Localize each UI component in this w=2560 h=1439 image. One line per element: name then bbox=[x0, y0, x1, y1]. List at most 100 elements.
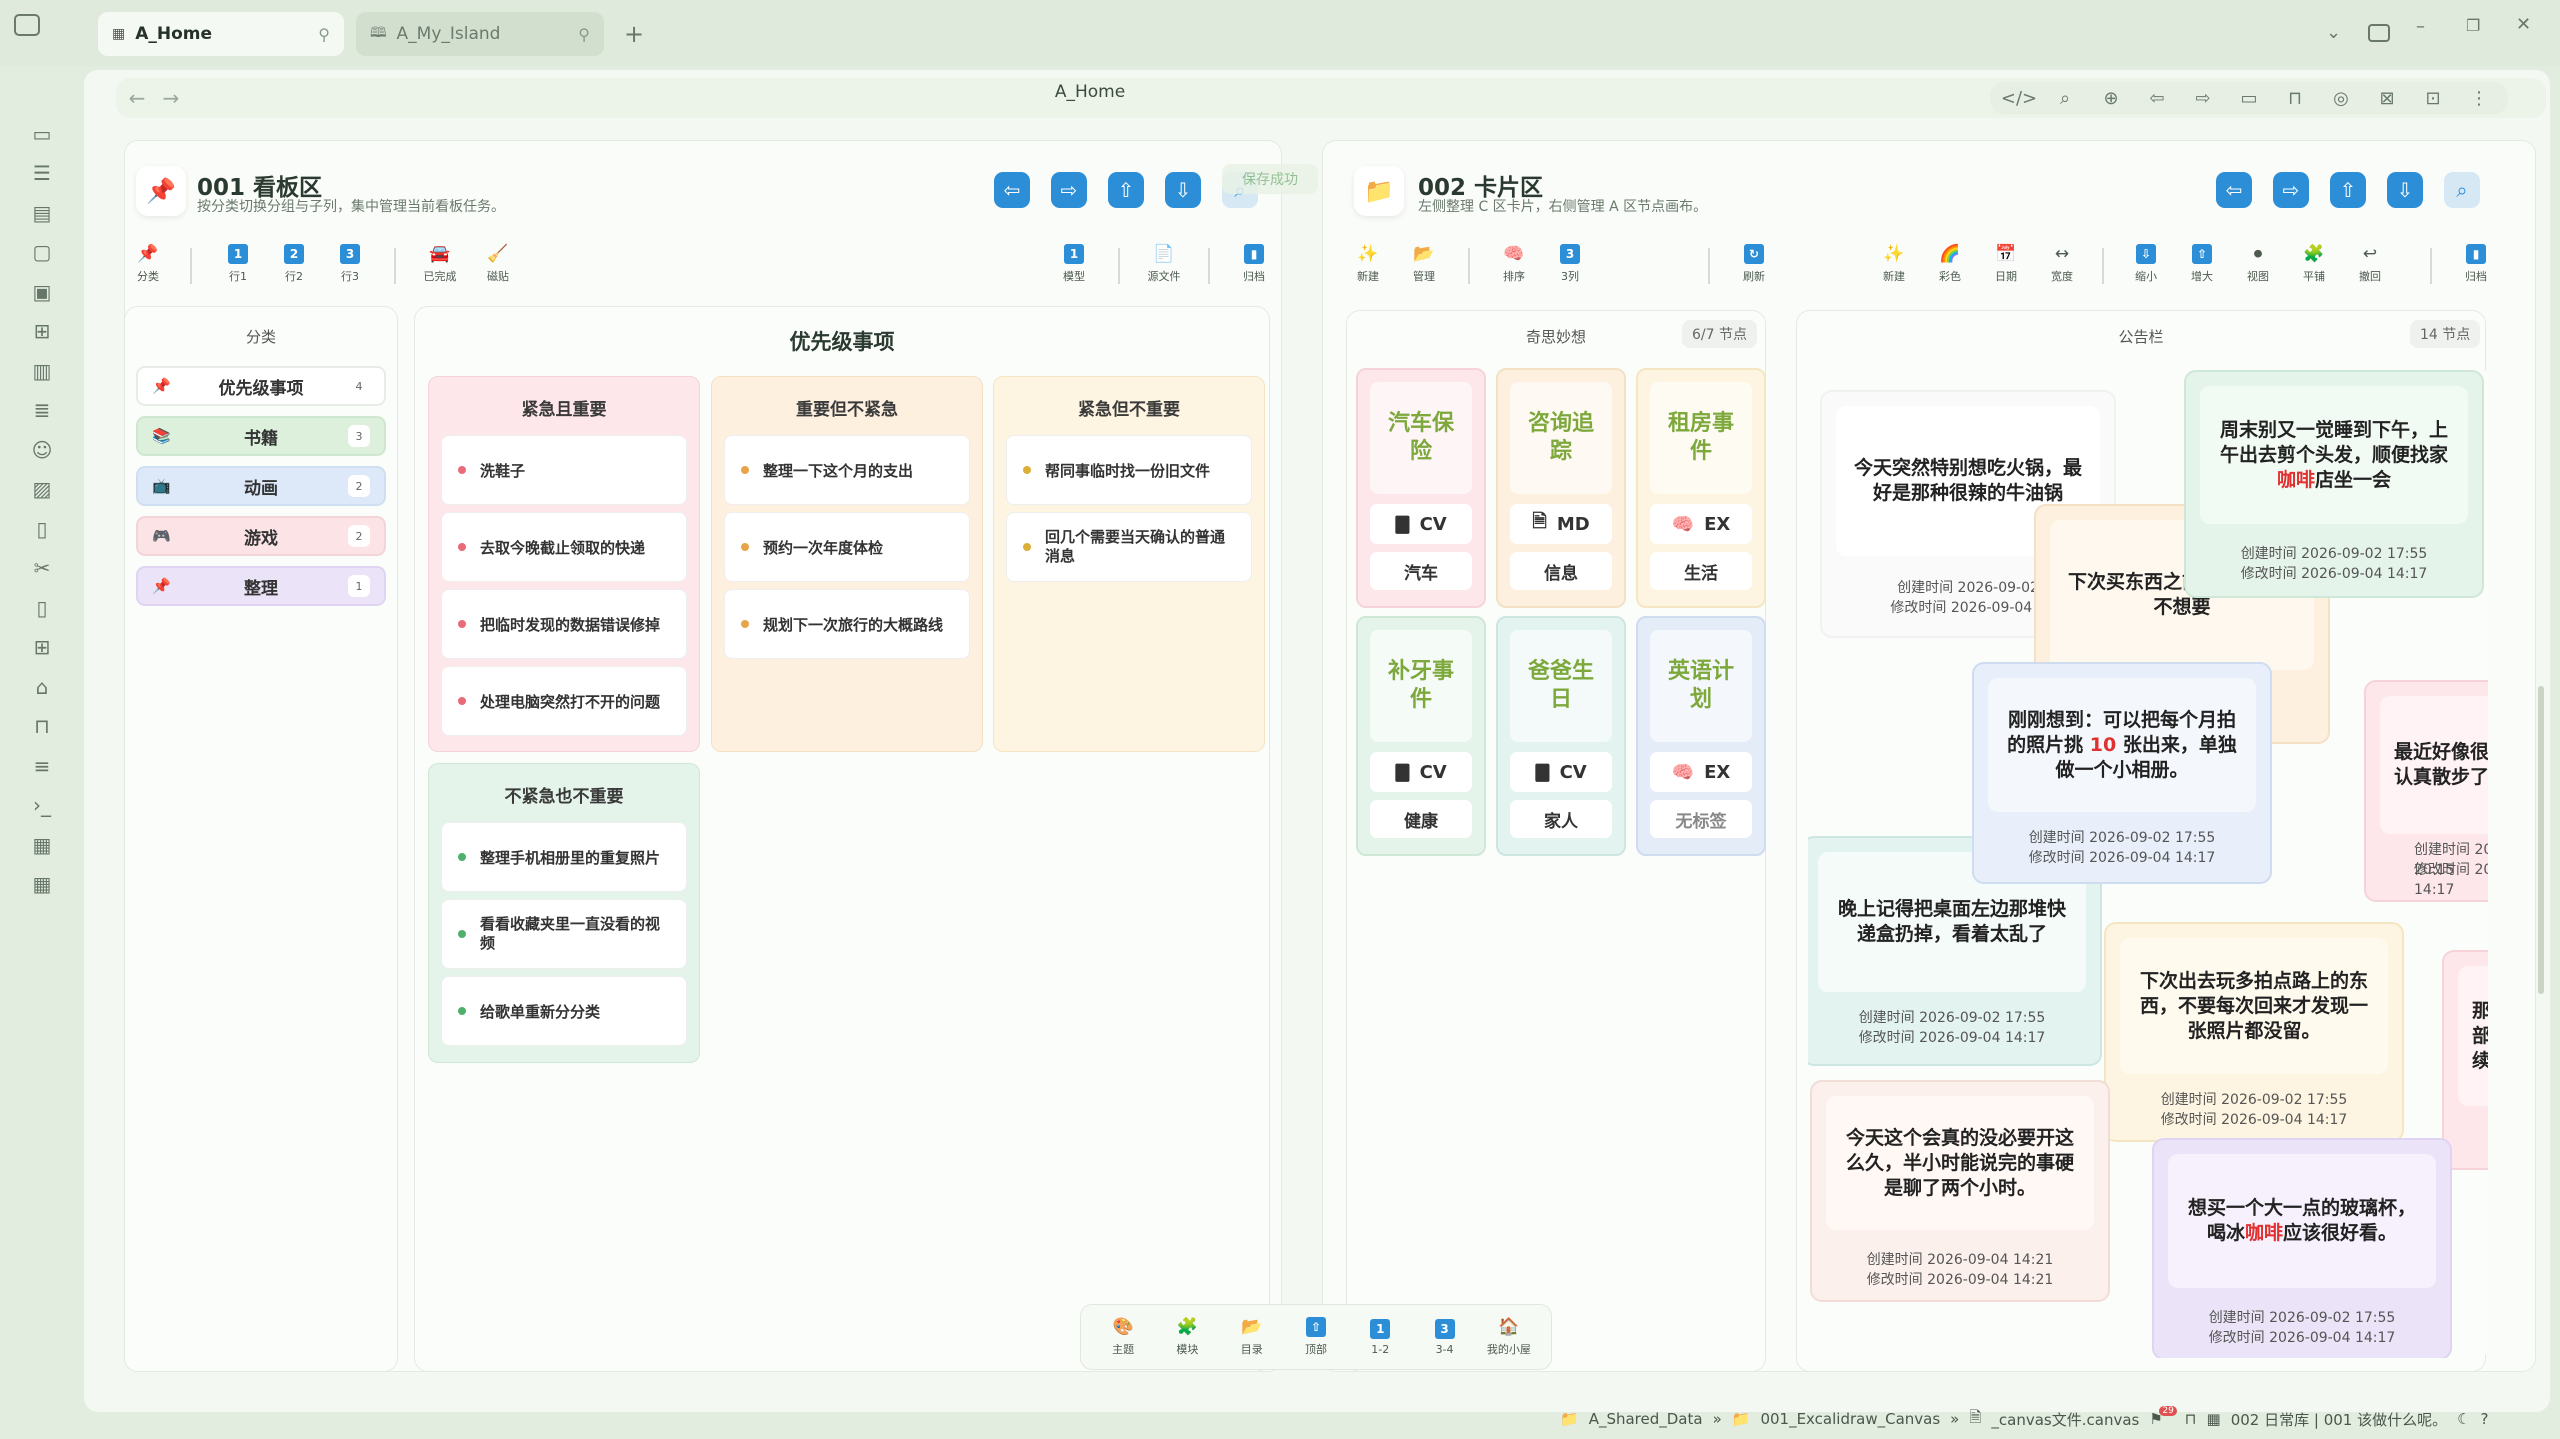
tools-icon[interactable]: ✂ bbox=[28, 554, 56, 582]
back-icon[interactable]: ⇦ bbox=[2144, 86, 2170, 110]
top-button[interactable]: ⇧ 顶部 bbox=[1290, 1311, 1342, 1363]
move-right-button[interactable]: ⇨ bbox=[2273, 172, 2309, 208]
move-down-button[interactable]: ⇩ bbox=[2387, 172, 2423, 208]
bulletin-note[interactable]: 今天这个会真的没必要开这么久，半小时能说完的事硬是聊了两个小时。 创建时间 20… bbox=[1810, 1080, 2110, 1302]
maximize-button[interactable]: ❐ bbox=[2466, 16, 2480, 35]
enlarge-button[interactable]: ⇧ 增大 bbox=[2178, 238, 2226, 290]
move-right-button[interactable]: ⇨ bbox=[1051, 172, 1087, 208]
idea-card[interactable]: 咨询追踪 🗎 MD 信息 bbox=[1496, 368, 1626, 608]
sidebar-toggle-icon[interactable] bbox=[14, 14, 40, 36]
breadcrumb-item[interactable]: 001_Excalidraw_Canvas bbox=[1760, 1410, 1940, 1428]
bulletin-note[interactable]: 下次出去玩多拍点路上的东西，不要每次回来才发现一张照片都没留。 创建时间 202… bbox=[2104, 922, 2404, 1142]
archive-button[interactable]: ▮ 归档 bbox=[1230, 238, 1278, 290]
lock-icon[interactable]: ⊓ bbox=[2282, 86, 2308, 110]
completed-button[interactable]: 🚘 已完成 bbox=[416, 238, 464, 290]
theme-button[interactable]: 🎨 主题 bbox=[1097, 1311, 1149, 1363]
table-icon[interactable]: ▦ bbox=[28, 831, 56, 859]
archive-icon[interactable]: ▢ bbox=[28, 238, 56, 266]
task-item[interactable]: 洗鞋子 bbox=[441, 435, 687, 505]
toc-button[interactable]: 📂 目录 bbox=[1226, 1311, 1278, 1363]
pin-icon[interactable]: ⚲ bbox=[578, 25, 590, 44]
grid-icon[interactable]: ⊞ bbox=[28, 633, 56, 661]
task-item[interactable]: 预约一次年度体检 bbox=[724, 512, 970, 582]
new-card-button[interactable]: ✨ 新建 bbox=[1344, 238, 1392, 290]
bookmark-icon[interactable]: ⊡ bbox=[2420, 86, 2446, 110]
home-icon[interactable]: ⌂ bbox=[28, 673, 56, 701]
blocks-icon[interactable]: ⊞ bbox=[28, 317, 56, 345]
date-button[interactable]: 📅 日期 bbox=[1982, 238, 2030, 290]
task-item[interactable]: 处理电脑突然打不开的问题 bbox=[441, 666, 687, 736]
width-button[interactable]: ↔ 宽度 bbox=[2038, 238, 2086, 290]
refresh-button[interactable]: ↻ 刷新 bbox=[1730, 238, 1778, 290]
chevron-down-icon[interactable]: ⌄ bbox=[2326, 22, 2341, 43]
note-icon[interactable]: ▥ bbox=[28, 357, 56, 385]
idea-card[interactable]: 英语计划 🧠 EX 无标签 bbox=[1636, 616, 1766, 856]
close-button[interactable]: ✕ bbox=[2516, 14, 2531, 35]
undo-button[interactable]: ↩ 撤回 bbox=[2346, 238, 2394, 290]
shrink-button[interactable]: ⇩ 缩小 bbox=[2122, 238, 2170, 290]
bookmark-icon[interactable]: ⊓ bbox=[28, 712, 56, 740]
move-left-button[interactable]: ⇦ bbox=[994, 172, 1030, 208]
bulletin-note[interactable]: 那部续 bbox=[2442, 950, 2488, 1170]
back-arrow-icon[interactable]: ← bbox=[124, 85, 150, 111]
row1-button[interactable]: 1 行1 bbox=[214, 238, 262, 290]
new-node-button[interactable]: ✨ 新建 bbox=[1870, 238, 1918, 290]
search-button[interactable]: ⌕ bbox=[2444, 172, 2480, 208]
bulletin-note[interactable]: 刚刚想到：可以把每个月拍的照片挑 10 张出来，单独做一个小相册。 创建时间 2… bbox=[1972, 662, 2272, 884]
vertical-scrollbar[interactable] bbox=[2538, 686, 2544, 994]
idea-card[interactable]: 汽车保险 🀫 CV 汽车 bbox=[1356, 368, 1486, 608]
tile-button[interactable]: 🧹 磁贴 bbox=[474, 238, 522, 290]
source-file-button[interactable]: 📄 源文件 bbox=[1140, 238, 1188, 290]
help-icon[interactable]: ? bbox=[2481, 1410, 2489, 1428]
section-1-2-button[interactable]: 1 1-2 bbox=[1354, 1311, 1406, 1363]
layout-icon[interactable]: ▦ bbox=[28, 870, 56, 898]
bookmark-add-icon[interactable]: ⊕ bbox=[2098, 86, 2124, 110]
lock-icon[interactable]: ⊓ bbox=[2185, 1410, 2197, 1428]
code-icon[interactable]: </> bbox=[2001, 86, 2037, 110]
my-home-button[interactable]: 🏠 我的小屋 bbox=[1483, 1311, 1535, 1363]
idea-card[interactable]: 补牙事件 🀫 CV 健康 bbox=[1356, 616, 1486, 856]
task-item[interactable]: 规划下一次旅行的大概路线 bbox=[724, 589, 970, 659]
archive-button[interactable]: ▮ 归档 bbox=[2452, 238, 2500, 290]
category-priority[interactable]: 📌 优先级事项 4 bbox=[136, 366, 386, 406]
image-icon[interactable]: ▨ bbox=[28, 475, 56, 503]
task-item[interactable]: 给歌单重新分分类 bbox=[441, 976, 687, 1046]
calendar-icon[interactable]: ▣ bbox=[28, 278, 56, 306]
category-button[interactable]: 📌 分类 bbox=[124, 238, 172, 290]
task-item[interactable]: 看看收藏夹里一直没看的视频 bbox=[441, 899, 687, 969]
outline-icon[interactable]: ☰ bbox=[28, 159, 56, 187]
sidebar-right-icon[interactable] bbox=[2368, 24, 2390, 42]
color-button[interactable]: 🌈 彩色 bbox=[1926, 238, 1974, 290]
idea-card[interactable]: 租房事件 🧠 EX 生活 bbox=[1636, 368, 1766, 608]
trash-icon[interactable]: ▯ bbox=[28, 515, 56, 543]
task-item[interactable]: 去取今晚截止领取的快递 bbox=[441, 512, 687, 582]
task-item[interactable]: 整理一下这个月的支出 bbox=[724, 435, 970, 505]
terminal-icon[interactable]: ›_ bbox=[28, 791, 56, 819]
smile-icon[interactable]: ☺ bbox=[28, 436, 56, 464]
category-organize[interactable]: 📌 整理 1 bbox=[136, 566, 386, 606]
task-item[interactable]: 帮同事临时找一份旧文件 bbox=[1006, 435, 1252, 505]
move-up-button[interactable]: ⇧ bbox=[2330, 172, 2366, 208]
manage-button[interactable]: 📂 管理 bbox=[1400, 238, 1448, 290]
category-books[interactable]: 📚 书籍 3 bbox=[136, 416, 386, 456]
category-anime[interactable]: 📺 动画 2 bbox=[136, 466, 386, 506]
new-tab-button[interactable]: + bbox=[624, 20, 644, 48]
alarm-icon[interactable]: ◎ bbox=[2328, 86, 2354, 110]
monitor-icon[interactable]: ▭ bbox=[2236, 86, 2262, 110]
tab-a-my-island[interactable]: 🕮 A_My_Island ⚲ bbox=[356, 12, 604, 56]
menu-icon[interactable]: ≡ bbox=[28, 752, 56, 780]
modules-button[interactable]: 🧩 模块 bbox=[1161, 1311, 1213, 1363]
move-left-button[interactable]: ⇦ bbox=[2216, 172, 2252, 208]
section-3-4-button[interactable]: 3 3-4 bbox=[1419, 1311, 1471, 1363]
moon-icon[interactable]: ☾ bbox=[2457, 1410, 2470, 1428]
move-up-button[interactable]: ⇧ bbox=[1108, 172, 1144, 208]
tile-button[interactable]: 🧩 平铺 bbox=[2290, 238, 2338, 290]
row3-button[interactable]: 3 行3 bbox=[326, 238, 374, 290]
idea-card[interactable]: 爸爸生日 🀫 CV 家人 bbox=[1496, 616, 1626, 856]
bulletin-note[interactable]: 周末别又一觉睡到下午，上午出去剪个头发，顺便找家咖啡店坐一会 创建时间 2026… bbox=[2184, 370, 2484, 598]
breadcrumb-item[interactable]: _canvas文件.canvas bbox=[1991, 1409, 2139, 1430]
model-button[interactable]: 1 模型 bbox=[1050, 238, 1098, 290]
row2-button[interactable]: 2 行2 bbox=[270, 238, 318, 290]
canvas-area[interactable]: 今天突然特别想吃火锅，最好是那种很辣的牛油锅 创建时间 2026-09-02 修… bbox=[1808, 368, 2488, 1358]
task-item[interactable]: 把临时发现的数据错误修掉 bbox=[441, 589, 687, 659]
